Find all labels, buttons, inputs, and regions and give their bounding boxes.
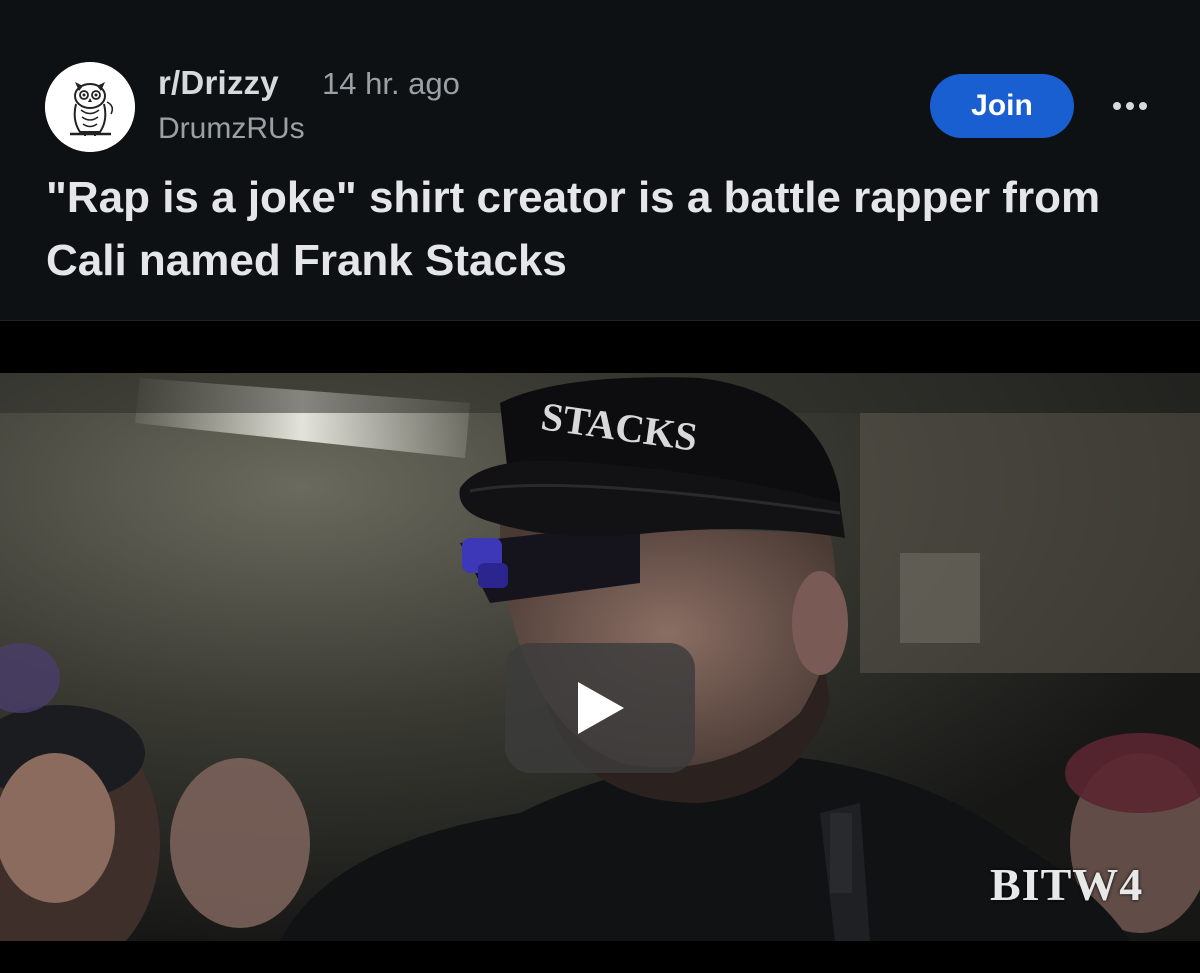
join-button[interactable]: Join bbox=[930, 74, 1074, 138]
play-icon bbox=[578, 682, 624, 734]
video-thumbnail[interactable]: STACKS BITW4 bbox=[0, 373, 1200, 941]
post-author[interactable]: DrumzRUs bbox=[158, 112, 305, 146]
video-player[interactable]: STACKS BITW4 bbox=[0, 321, 1200, 973]
post-time: 14 hr. ago bbox=[322, 66, 460, 101]
subreddit-name[interactable]: r/Drizzy bbox=[158, 64, 279, 102]
more-options-button[interactable] bbox=[1105, 88, 1155, 124]
post-header: r/Drizzy 14 hr. ago DrumzRUs Join "Rap i… bbox=[0, 0, 1200, 321]
post-title[interactable]: "Rap is a joke" shirt creator is a battl… bbox=[46, 166, 1146, 292]
more-options-icon bbox=[1113, 102, 1121, 110]
play-button[interactable] bbox=[505, 643, 695, 773]
owl-icon bbox=[45, 62, 135, 152]
video-watermark: BITW4 bbox=[990, 859, 1144, 910]
subreddit-avatar[interactable] bbox=[45, 62, 135, 152]
